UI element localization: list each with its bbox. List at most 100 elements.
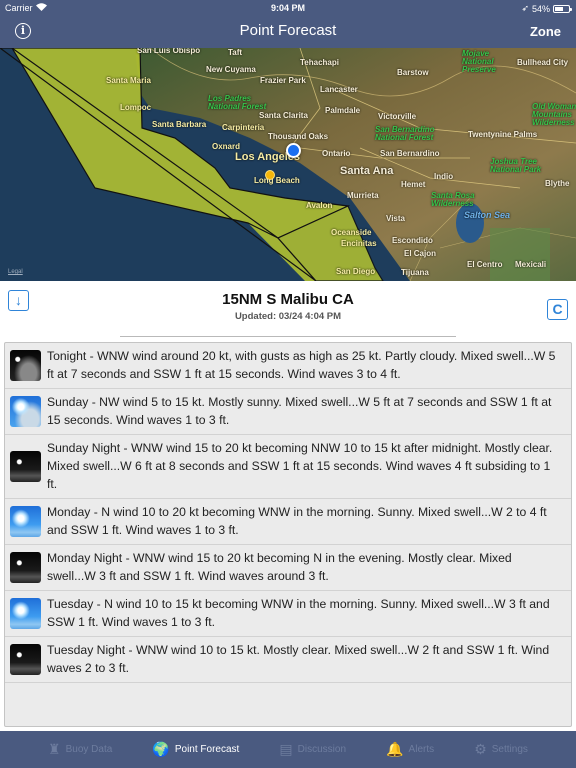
night-weather-icon [10,551,41,583]
page-title: Point Forecast [239,22,337,39]
forecast-row[interactable]: Monday - N wind 10 to 20 kt becoming WNW… [5,499,571,545]
document-icon: ▤ [279,741,293,757]
tab-label: Settings [491,744,528,755]
map-label: Old Woman Mountains Wilderness [532,102,576,127]
forecast-text: Sunday Night - WNW wind 15 to 20 kt beco… [47,441,553,491]
map-label: San Bernardino National Forest [375,125,435,142]
location-arrow-icon: ➶ [521,3,529,13]
map-label: Barstow [397,68,429,77]
current-location-marker[interactable] [286,143,301,158]
map-label: Joshua Tree National Park [490,157,542,174]
map-label: Los Padres National Forest [208,94,267,111]
tab-label: Discussion [297,744,347,755]
map-label: Thousand Oaks [268,132,329,141]
forecast-text: Monday Night - WNW wind 15 to 20 kt beco… [47,551,512,583]
night-weather-icon [10,643,41,675]
map-label: Twentynine Palms [468,130,538,139]
map-label: Santa Maria [106,76,151,85]
map-label: Santa Clarita [259,111,308,120]
buoy-marker[interactable] [265,170,275,180]
forecast-row[interactable]: Tuesday Night - WNW wind 10 to 15 kt. Mo… [5,637,571,683]
battery-icon [553,4,572,13]
battery-percent: 54% [531,3,550,14]
map-label: El Centro [467,260,503,269]
map-label: Vista [386,214,405,223]
map-label: Avalon [306,201,333,210]
legal-link[interactable]: Legal [8,269,23,275]
map-label: Long Beach [254,176,300,185]
forecast-row[interactable]: Monday Night - WNW wind 15 to 20 kt beco… [5,545,571,591]
tab-alerts[interactable]: 🔔 Alerts [386,741,434,758]
forecast-row[interactable]: Sunday - NW wind 5 to 15 kt. Mostly sunn… [5,389,571,435]
sunny-weather-icon [10,395,41,427]
map-label: Tijuana [401,268,429,277]
map-label: Mexicali [515,260,547,269]
forecast-text: Monday - N wind 10 to 20 kt becoming WNW… [47,505,547,537]
map-label: Santa Rosa Wilderness [431,191,475,208]
map-label: Oxnard [212,142,241,151]
map-label: Lompoc [120,103,152,112]
tab-point-forecast[interactable]: 🌍 Point Forecast [152,741,239,758]
forecast-list[interactable]: Tonight - WNW wind around 20 kt, with gu… [4,342,572,727]
map-label: San Diego [336,267,376,276]
tab-label: Buoy Data [65,744,113,755]
navigation-bar: Carrier 9:04 PM ➶ 54% i Point Forecast Z… [0,0,576,48]
forecast-row[interactable]: Tonight - WNW wind around 20 kt, with gu… [5,343,571,389]
night-weather-icon [10,450,41,482]
tab-settings[interactable]: ⚙ Settings [474,741,528,758]
globe-icon: 🌍 [152,741,170,757]
status-right: ➶ 54% [521,3,572,14]
updated-timestamp: Updated: 03/24 4:04 PM [234,311,342,322]
map-label: Salton Sea [464,210,511,220]
status-bar: Carrier 9:04 PM ➶ 54% [0,0,576,16]
map-label: Escondido [392,236,433,245]
map-label: Hemet [401,180,426,189]
map-label: Tehachapi [300,58,339,67]
map-label: Santa Ana [340,165,394,177]
sunny-weather-icon [10,597,41,629]
map-label: Lancaster [320,85,358,94]
map-label: Blythe [545,179,570,188]
tab-label: Point Forecast [174,744,240,755]
forecast-text: Sunday - NW wind 5 to 15 kt. Mostly sunn… [47,395,552,427]
map-label: El Cajon [404,249,437,258]
tab-buoy-data[interactable]: ♜ Buoy Data [48,741,112,758]
map-label: Murrieta [347,191,379,200]
map-label: Victorville [378,112,417,121]
map-label: Mojave National Preserve [462,49,496,74]
forecast-row[interactable]: Sunday Night - WNW wind 15 to 20 kt beco… [5,435,571,499]
map-label: Taft [228,48,243,57]
refresh-button[interactable]: C [547,299,568,320]
map-label: Frazier Park [260,76,306,85]
map-label: Encinitas [341,239,377,248]
forecast-map[interactable]: San Luis Obispo Taft New Cuyama Frazier Par… [0,48,576,281]
map-label: Oceanside [331,228,372,237]
map-label: Indio [434,172,454,181]
forecast-text: Tuesday Night - WNW wind 10 to 15 kt. Mo… [47,643,550,675]
tab-bar: ♜ Buoy Data 🌍 Point Forecast ▤ Discussion 🔔 Ale… [0,731,576,768]
sunny-weather-icon [10,505,41,537]
map-label: Palmdale [325,106,361,115]
divider [120,336,456,337]
forecast-text: Tuesday - N wind 10 to 15 kt becoming WN… [47,597,550,629]
map-label: New Cuyama [206,65,256,74]
gear-icon: ⚙ [474,741,487,757]
refresh-icon: C [552,301,563,317]
map-label: Bullhead City [517,58,569,67]
night-weather-icon [10,349,41,381]
map-label: Ontario [322,149,351,158]
bell-icon: 🔔 [386,741,404,757]
forecast-text: Tonight - WNW wind around 20 kt, with gu… [47,349,556,381]
map-label: Carpinteria [222,123,265,132]
clock: 9:04 PM [270,3,305,13]
map-label: San Luis Obispo [137,48,201,55]
forecast-header: ↓ 15NM S Malibu CA Updated: 03/24 4:04 P… [0,281,576,341]
buoy-icon: ♜ [48,741,61,757]
location-title: 15NM S Malibu CA [222,291,354,308]
map-label: San Bernardino [380,149,440,158]
tab-label: Alerts [408,744,435,755]
tab-discussion[interactable]: ▤ Discussion [279,741,346,758]
map-label: Santa Barbara [152,120,207,129]
zone-button[interactable]: Zone [530,24,561,39]
forecast-row[interactable]: Tuesday - N wind 10 to 15 kt becoming WN… [5,591,571,637]
